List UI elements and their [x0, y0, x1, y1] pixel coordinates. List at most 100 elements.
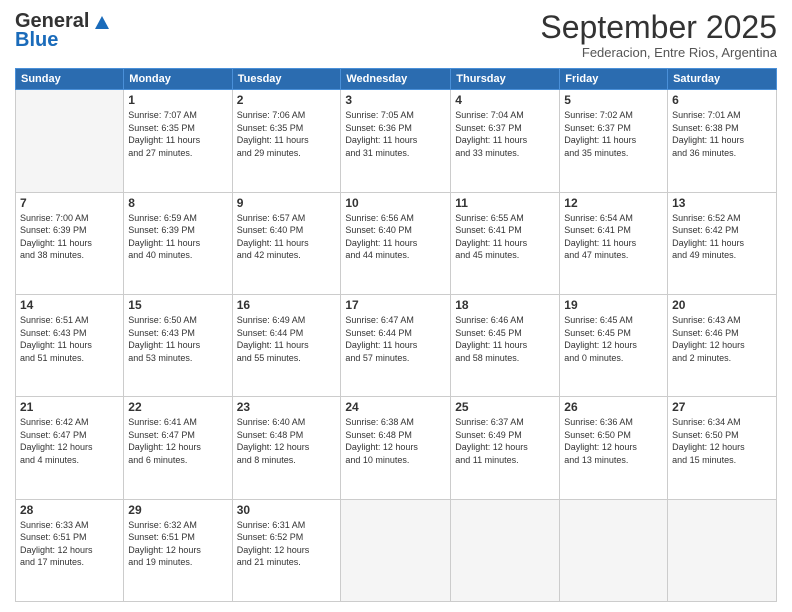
day-number: 26: [564, 400, 663, 414]
day-number: 4: [455, 93, 555, 107]
calendar-cell: 25 Sunrise: 6:37 AM Sunset: 6:49 PM Dayli…: [451, 397, 560, 499]
day-info: Sunrise: 6:42 AM Sunset: 6:47 PM Dayligh…: [20, 416, 119, 466]
day-number: 19: [564, 298, 663, 312]
day-info: Sunrise: 6:59 AM Sunset: 6:39 PM Dayligh…: [128, 212, 227, 262]
logo-icon: [91, 11, 113, 33]
weekday-header-row: SundayMondayTuesdayWednesdayThursdayFrid…: [16, 69, 777, 90]
day-info: Sunrise: 6:40 AM Sunset: 6:48 PM Dayligh…: [237, 416, 337, 466]
day-number: 16: [237, 298, 337, 312]
day-number: 21: [20, 400, 119, 414]
logo: General Blue: [15, 10, 113, 52]
day-number: 13: [672, 196, 772, 210]
day-number: 9: [237, 196, 337, 210]
day-info: Sunrise: 7:06 AM Sunset: 6:35 PM Dayligh…: [237, 109, 337, 159]
calendar-cell: 16Sunrise: 6:49 AM Sunset: 6:44 PM Dayli…: [232, 294, 341, 396]
day-number: 27: [672, 400, 772, 414]
day-number: 6: [672, 93, 772, 107]
day-number: 28: [20, 503, 119, 517]
calendar-cell: 12 Sunrise: 6:54 AM Sunset: 6:41 PM Dayli…: [560, 192, 668, 294]
day-info: Sunrise: 6:54 AM Sunset: 6:41 PM Dayligh…: [564, 212, 663, 262]
weekday-friday: Friday: [560, 69, 668, 90]
calendar-cell: 21 Sunrise: 6:42 AM Sunset: 6:47 PM Dayli…: [16, 397, 124, 499]
week-row-4: 21 Sunrise: 6:42 AM Sunset: 6:47 PM Dayli…: [16, 397, 777, 499]
calendar-cell: 28 Sunrise: 6:33 AM Sunset: 6:51 PM Dayli…: [16, 499, 124, 601]
weekday-tuesday: Tuesday: [232, 69, 341, 90]
header: General Blue September 2025 Federacion, …: [15, 10, 777, 60]
day-number: 20: [672, 298, 772, 312]
month-title: September 2025: [540, 10, 777, 45]
day-number: 25: [455, 400, 555, 414]
calendar-cell: 24Sunrise: 6:38 AM Sunset: 6:48 PM Dayli…: [341, 397, 451, 499]
calendar-cell: [668, 499, 777, 601]
day-info: Sunrise: 6:52 AM Sunset: 6:42 PM Dayligh…: [672, 212, 772, 262]
calendar-cell: 22Sunrise: 6:41 AM Sunset: 6:47 PM Dayli…: [124, 397, 232, 499]
weekday-sunday: Sunday: [16, 69, 124, 90]
calendar-cell: 17 Sunrise: 6:47 AM Sunset: 6:44 PM Dayli…: [341, 294, 451, 396]
calendar-cell: 3Sunrise: 7:05 AM Sunset: 6:36 PM Daylig…: [341, 90, 451, 192]
calendar-cell: 13 Sunrise: 6:52 AM Sunset: 6:42 PM Dayli…: [668, 192, 777, 294]
calendar-cell: 18Sunrise: 6:46 AM Sunset: 6:45 PM Dayli…: [451, 294, 560, 396]
calendar-cell: 26 Sunrise: 6:36 AM Sunset: 6:50 PM Dayli…: [560, 397, 668, 499]
week-row-3: 14Sunrise: 6:51 AM Sunset: 6:43 PM Dayli…: [16, 294, 777, 396]
day-info: Sunrise: 6:56 AM Sunset: 6:40 PM Dayligh…: [345, 212, 446, 262]
title-area: September 2025 Federacion, Entre Rios, A…: [540, 10, 777, 60]
calendar-cell: 2Sunrise: 7:06 AM Sunset: 6:35 PM Daylig…: [232, 90, 341, 192]
weekday-thursday: Thursday: [451, 69, 560, 90]
day-info: Sunrise: 6:50 AM Sunset: 6:43 PM Dayligh…: [128, 314, 227, 364]
calendar-cell: 19 Sunrise: 6:45 AM Sunset: 6:45 PM Dayli…: [560, 294, 668, 396]
day-info: Sunrise: 6:31 AM Sunset: 6:52 PM Dayligh…: [237, 519, 337, 569]
location-subtitle: Federacion, Entre Rios, Argentina: [540, 45, 777, 60]
calendar-cell: 4Sunrise: 7:04 AM Sunset: 6:37 PM Daylig…: [451, 90, 560, 192]
day-info: Sunrise: 6:55 AM Sunset: 6:41 PM Dayligh…: [455, 212, 555, 262]
calendar-cell: 11 Sunrise: 6:55 AM Sunset: 6:41 PM Dayli…: [451, 192, 560, 294]
day-info: Sunrise: 6:47 AM Sunset: 6:44 PM Dayligh…: [345, 314, 446, 364]
calendar-cell: 20 Sunrise: 6:43 AM Sunset: 6:46 PM Dayli…: [668, 294, 777, 396]
day-number: 22: [128, 400, 227, 414]
weekday-monday: Monday: [124, 69, 232, 90]
calendar-cell: [560, 499, 668, 601]
day-info: Sunrise: 7:01 AM Sunset: 6:38 PM Dayligh…: [672, 109, 772, 159]
week-row-1: 1 Sunrise: 7:07 AM Sunset: 6:35 PM Daylig…: [16, 90, 777, 192]
day-number: 12: [564, 196, 663, 210]
day-number: 7: [20, 196, 119, 210]
day-number: 29: [128, 503, 227, 517]
day-info: Sunrise: 6:33 AM Sunset: 6:51 PM Dayligh…: [20, 519, 119, 569]
day-number: 8: [128, 196, 227, 210]
calendar-cell: 27Sunrise: 6:34 AM Sunset: 6:50 PM Dayli…: [668, 397, 777, 499]
day-number: 23: [237, 400, 337, 414]
day-info: Sunrise: 7:07 AM Sunset: 6:35 PM Dayligh…: [128, 109, 227, 159]
weekday-wednesday: Wednesday: [341, 69, 451, 90]
day-number: 17: [345, 298, 446, 312]
calendar-cell: [451, 499, 560, 601]
day-info: Sunrise: 7:00 AM Sunset: 6:39 PM Dayligh…: [20, 212, 119, 262]
calendar-cell: 15 Sunrise: 6:50 AM Sunset: 6:43 PM Dayli…: [124, 294, 232, 396]
day-info: Sunrise: 6:45 AM Sunset: 6:45 PM Dayligh…: [564, 314, 663, 364]
calendar-cell: 14Sunrise: 6:51 AM Sunset: 6:43 PM Dayli…: [16, 294, 124, 396]
day-info: Sunrise: 6:51 AM Sunset: 6:43 PM Dayligh…: [20, 314, 119, 364]
calendar-cell: 9 Sunrise: 6:57 AM Sunset: 6:40 PM Daylig…: [232, 192, 341, 294]
day-number: 1: [128, 93, 227, 107]
day-info: Sunrise: 6:38 AM Sunset: 6:48 PM Dayligh…: [345, 416, 446, 466]
calendar-cell: 30 Sunrise: 6:31 AM Sunset: 6:52 PM Dayli…: [232, 499, 341, 601]
day-info: Sunrise: 6:32 AM Sunset: 6:51 PM Dayligh…: [128, 519, 227, 569]
calendar-cell: 29 Sunrise: 6:32 AM Sunset: 6:51 PM Dayli…: [124, 499, 232, 601]
day-number: 5: [564, 93, 663, 107]
day-number: 30: [237, 503, 337, 517]
calendar-cell: 23 Sunrise: 6:40 AM Sunset: 6:48 PM Dayli…: [232, 397, 341, 499]
calendar-cell: 6 Sunrise: 7:01 AM Sunset: 6:38 PM Daylig…: [668, 90, 777, 192]
week-row-2: 7 Sunrise: 7:00 AM Sunset: 6:39 PM Daylig…: [16, 192, 777, 294]
day-info: Sunrise: 6:37 AM Sunset: 6:49 PM Dayligh…: [455, 416, 555, 466]
day-number: 18: [455, 298, 555, 312]
day-number: 11: [455, 196, 555, 210]
calendar-cell: 10 Sunrise: 6:56 AM Sunset: 6:40 PM Dayli…: [341, 192, 451, 294]
day-info: Sunrise: 6:57 AM Sunset: 6:40 PM Dayligh…: [237, 212, 337, 262]
page: General Blue September 2025 Federacion, …: [0, 0, 792, 612]
day-number: 15: [128, 298, 227, 312]
day-info: Sunrise: 6:36 AM Sunset: 6:50 PM Dayligh…: [564, 416, 663, 466]
day-info: Sunrise: 6:43 AM Sunset: 6:46 PM Dayligh…: [672, 314, 772, 364]
day-info: Sunrise: 7:05 AM Sunset: 6:36 PM Dayligh…: [345, 109, 446, 159]
calendar-cell: 7 Sunrise: 7:00 AM Sunset: 6:39 PM Daylig…: [16, 192, 124, 294]
calendar-cell: [16, 90, 124, 192]
calendar-body: 1 Sunrise: 7:07 AM Sunset: 6:35 PM Daylig…: [16, 90, 777, 602]
day-number: 10: [345, 196, 446, 210]
